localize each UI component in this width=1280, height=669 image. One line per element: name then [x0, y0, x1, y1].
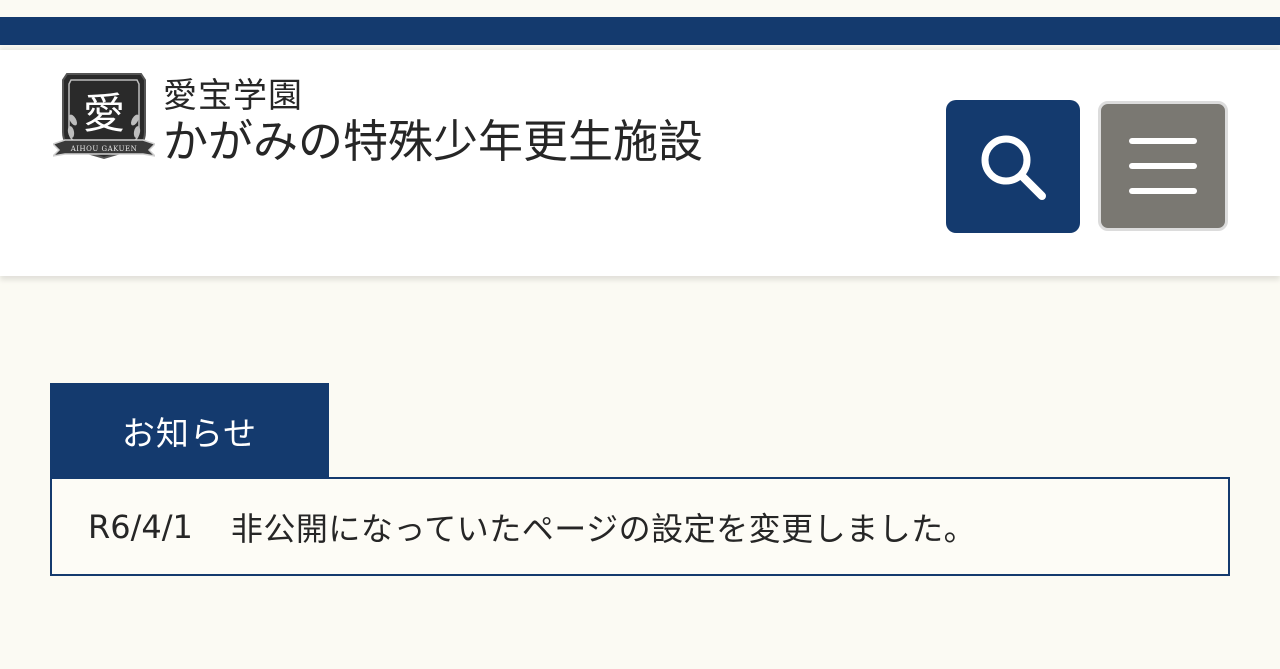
school-emblem-logo[interactable]: 愛 AIHOU GAKUEN — [53, 70, 155, 166]
hamburger-menu-icon-line-3 — [1129, 188, 1197, 194]
facility-name: かがみの特殊少年更生施設 — [163, 115, 704, 168]
top-band — [0, 0, 1280, 17]
search-icon — [981, 135, 1046, 200]
news-item-date: R6/4/1 — [88, 507, 193, 546]
menu-button[interactable] — [1098, 101, 1228, 231]
news-list: R6/4/1 非公開になっていたページの設定を変更しました。 — [50, 477, 1230, 576]
hamburger-menu-icon-line-2 — [1129, 163, 1197, 169]
logo-emblem-char: 愛 — [83, 89, 125, 138]
site-brand[interactable]: 愛宝学園 かがみの特殊少年更生施設 — [163, 76, 703, 169]
news-item-text[interactable]: 非公開になっていたページの設定を変更しました。 — [231, 504, 976, 550]
hamburger-menu-icon — [1129, 138, 1197, 144]
org-name: 愛宝学園 — [163, 76, 303, 116]
news-tab-label: お知らせ — [121, 413, 258, 453]
logo-ribbon-text: AIHOU GAKUEN — [70, 145, 138, 153]
search-button[interactable] — [946, 100, 1080, 233]
news-tab[interactable]: お知らせ — [50, 383, 329, 478]
top-accent-bar — [0, 17, 1280, 45]
